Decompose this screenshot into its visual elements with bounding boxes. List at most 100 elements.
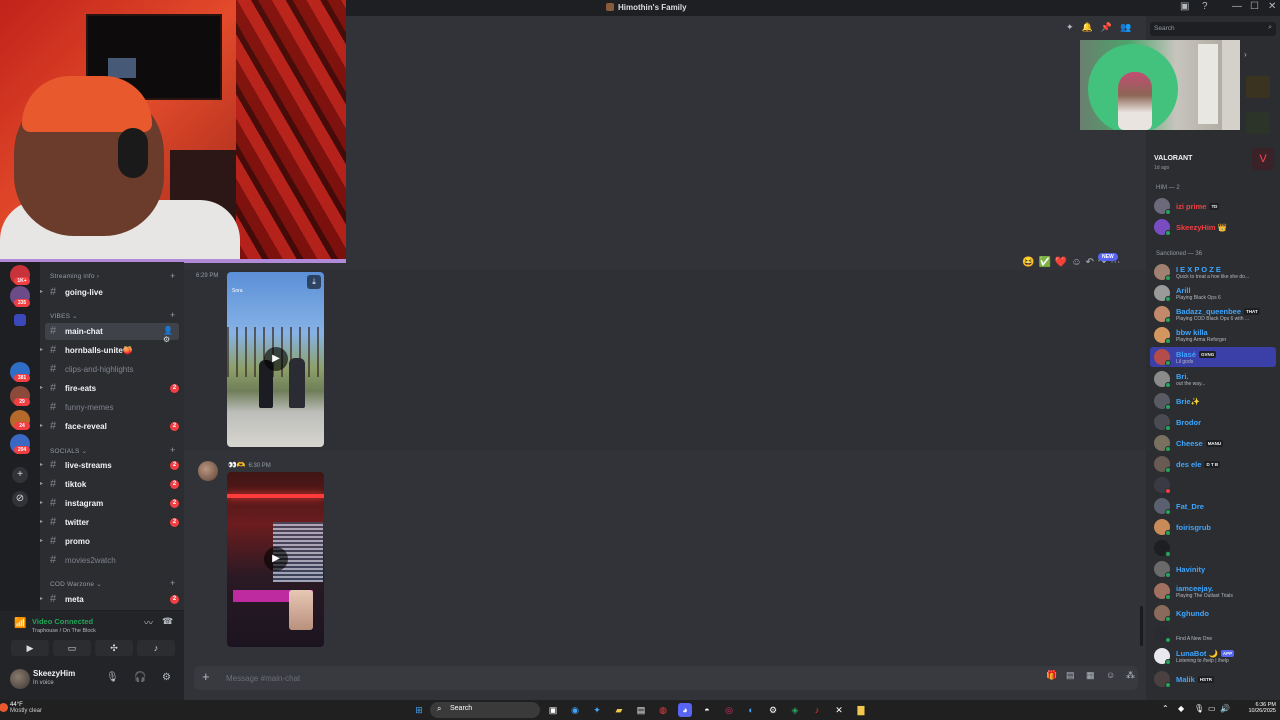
tray-app-icon[interactable]: ◆ — [1178, 704, 1184, 713]
member-item[interactable]: SkeezyHim 👑 — [1150, 217, 1276, 237]
member-item[interactable]: Arill Playing Black Ops 6 — [1150, 283, 1276, 303]
channel-face-reveal[interactable]: ▸ # face-reveal 2 — [40, 418, 184, 435]
avatar[interactable] — [10, 669, 30, 689]
member-item[interactable]: bbw killa Playing Arma Reforger — [1150, 325, 1276, 345]
video-attachment[interactable]: Sora ⤓ ▶ — [227, 272, 324, 447]
tray-chevron-icon[interactable]: ⌃ — [1162, 704, 1169, 713]
channel-twitter[interactable]: ▸ # twitter 2 — [40, 514, 184, 531]
tray-mic-icon[interactable]: 🎙 — [1194, 704, 1204, 713]
channel-going-live[interactable]: ▸ # going-live — [40, 284, 184, 301]
sticky-notes-icon[interactable]: ▇ — [854, 703, 868, 717]
edge-icon[interactable]: ◉ — [568, 703, 582, 717]
member-item[interactable]: Kghundo — [1150, 603, 1276, 623]
member-item[interactable] — [1150, 475, 1276, 495]
app-icon[interactable]: ◈ — [788, 703, 802, 717]
threads-icon[interactable]: ✦ — [1066, 22, 1074, 32]
chrome-icon[interactable]: ◍ — [656, 703, 670, 717]
channel-funny-memes[interactable]: # funny-memes — [40, 399, 184, 416]
settings-gear-icon[interactable]: ⚙ — [162, 672, 171, 683]
volume-icon[interactable]: 🔊 — [1220, 704, 1230, 713]
message-input[interactable] — [226, 670, 926, 686]
voice-channel[interactable]: Traphouse / On The Block — [32, 628, 96, 634]
download-icon[interactable]: ⤓ — [307, 275, 321, 289]
channel-clips-and-highlights[interactable]: # clips-and-highlights — [40, 361, 184, 378]
microphone-icon[interactable]: 🎙 — [106, 672, 119, 683]
settings-gear-icon[interactable]: ⚙ — [766, 703, 780, 717]
member-item[interactable]: Fat_Dre — [1150, 496, 1276, 516]
member-item[interactable]: Bri. out the way... — [1150, 369, 1276, 389]
channel-live-streams[interactable]: ▸ # live-streams 2 — [40, 457, 184, 474]
weather-widget[interactable]: 44°F Mostly clear — [10, 702, 42, 714]
add-channel-icon[interactable]: + — [170, 310, 175, 320]
category-socials[interactable]: SOCIALS ⌄ + — [50, 445, 175, 455]
member-item[interactable]: Malik HSTR — [1150, 669, 1276, 689]
stream-thumbnail[interactable] — [1246, 112, 1270, 134]
member-item[interactable]: Brodor — [1150, 412, 1276, 432]
member-item[interactable]: Havinity — [1150, 559, 1276, 579]
taskbar-clock[interactable]: 6:36 PM 10/26/2025 — [1234, 702, 1276, 714]
search-input[interactable]: Search ⌕ — [1150, 22, 1276, 36]
app-icon[interactable]: ✕ — [832, 703, 846, 717]
attach-plus-icon[interactable]: + — [202, 669, 210, 684]
noise-suppression-icon[interactable]: 〰 — [144, 616, 153, 629]
tiktok-icon[interactable]: ♪ — [810, 703, 824, 717]
disconnect-icon[interactable]: ☎ — [162, 616, 173, 627]
member-item[interactable]: I E X P O Z E Quick to treat a hoe like … — [1150, 262, 1276, 282]
channel-main-chat[interactable]: # main-chat 👤⚙ — [45, 323, 179, 344]
member-item[interactable]: foirisgrub — [1150, 517, 1276, 537]
camera-button[interactable]: ▶ — [11, 640, 49, 656]
taskbar-search[interactable]: ⌕ Search — [430, 702, 540, 718]
add-channel-icon[interactable]: + — [170, 271, 175, 281]
member-item[interactable]: Brie✨ — [1150, 391, 1276, 411]
add-channel-icon[interactable]: + — [170, 445, 175, 455]
stream-thumbnails[interactable]: › — [1244, 50, 1274, 140]
member-item[interactable] — [1150, 538, 1276, 558]
activity-card[interactable]: VALORANT 1d ago V — [1150, 144, 1276, 174]
member-item[interactable]: Cheese MANU — [1150, 433, 1276, 453]
signal-icon[interactable]: 📶 — [14, 618, 26, 629]
task-view-icon[interactable]: ▣ — [546, 703, 560, 717]
category-streaming-info[interactable]: Streaming info › + — [50, 271, 175, 281]
add-reaction-icon[interactable]: ☺ — [1071, 257, 1081, 268]
close-button[interactable]: ✕ — [1268, 1, 1276, 12]
emoji-check-icon[interactable]: ✅ — [1038, 257, 1050, 268]
instagram-icon[interactable]: ◎ — [722, 703, 736, 717]
minimize-button[interactable]: — — [1232, 1, 1242, 12]
member-item[interactable]: Badazz_queenbee THAT Playing COD Black Op… — [1150, 304, 1276, 324]
member-list-icon[interactable]: 👥 — [1120, 22, 1131, 32]
notification-bell-icon[interactable]: 🔔 — [1082, 22, 1093, 32]
channel-hornballs-unite[interactable]: ▸ # hornballs-unite🍑 — [40, 342, 184, 359]
add-channel-icon[interactable]: + — [170, 578, 175, 588]
activities-button[interactable]: ✣ — [95, 640, 133, 656]
sticker-icon[interactable]: ▦ — [1086, 670, 1095, 681]
maximize-button[interactable]: ☐ — [1250, 1, 1259, 12]
steam-icon[interactable]: ◓ — [700, 703, 714, 717]
channel-fire-eats[interactable]: ▸ # fire-eats 2 — [40, 380, 184, 397]
member-item[interactable]: LunaBot 🌙 APP Listening to /help | /help — [1150, 646, 1276, 666]
discover-icon[interactable]: ⊘ — [12, 491, 28, 507]
member-item[interactable]: Find A New One — [1150, 624, 1276, 644]
member-item[interactable]: izi prime TD — [1150, 196, 1276, 216]
gift-icon[interactable]: 🎁 — [1046, 670, 1057, 681]
weather-icon[interactable] — [0, 703, 8, 712]
soundboard-button[interactable]: ♪ — [137, 640, 175, 656]
stream-thumbnail[interactable] — [1246, 76, 1270, 98]
play-icon[interactable]: ▶ — [264, 347, 288, 371]
video-attachment[interactable]: ▶ — [227, 472, 324, 647]
message-row[interactable] — [184, 270, 1146, 450]
user-name[interactable]: SkeezyHim — [33, 669, 75, 678]
emoji-heart-icon[interactable]: ❤️ — [1055, 257, 1067, 268]
app-icon[interactable]: ◐ — [744, 703, 758, 717]
file-explorer-icon[interactable]: ▰ — [612, 703, 626, 717]
chevron-right-icon[interactable]: › — [1244, 50, 1247, 59]
member-item[interactable]: Blasé GVNG Lil gods — [1150, 347, 1276, 367]
add-server-icon[interactable]: + — [12, 467, 28, 483]
pin-icon[interactable]: 📌 — [1101, 22, 1112, 32]
headphones-icon[interactable]: 🎧 — [134, 672, 146, 683]
screen-share-button[interactable]: ▭ — [53, 640, 91, 656]
viewer-webcam[interactable] — [1080, 40, 1240, 130]
discord-icon[interactable]: ◕ — [678, 703, 692, 717]
channel-movies2watch[interactable]: # movies2watch — [40, 552, 184, 569]
channel-promo[interactable]: ▸ # promo — [40, 533, 184, 550]
category-vibes[interactable]: VIBES ⌄ + — [50, 310, 175, 320]
